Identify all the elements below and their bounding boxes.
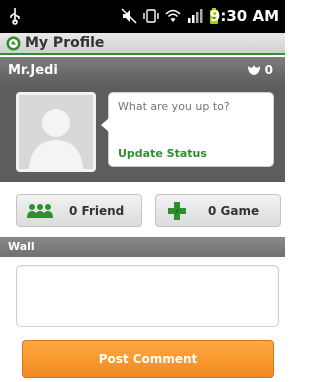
wall-label: Wall [8,240,35,253]
update-status-button[interactable]: Update Status [118,147,207,160]
karma-icon [247,65,260,75]
avatar[interactable] [16,92,96,172]
status-input[interactable] [118,100,263,113]
status-bubble: Update Status [101,92,274,167]
mute-icon [121,8,137,24]
karma-count: 0 [264,63,273,77]
friends-icon [27,203,53,218]
page-title: My Profile [25,35,105,51]
wall-header: Wall [0,237,285,257]
title-bar: My Profile [0,33,285,55]
vibrate-icon [143,9,159,23]
signal-icon [188,9,203,23]
status-bar: 9:30 AM [0,0,285,33]
user-bar: Mr.Jedi 0 [0,57,285,85]
post-comment-button[interactable]: Post Comment [22,340,274,378]
counts-row: 0 Friend 0 Game [0,182,285,237]
games-count-label: 0 Game [208,203,260,218]
game-controller-icon [168,201,186,220]
profile-panel: Update Status [0,85,285,182]
username: Mr.Jedi [8,63,58,78]
usb-icon [10,8,20,25]
wifi-icon [165,9,181,22]
clock: 9:30 AM [209,7,279,25]
friends-button[interactable]: 0 Friend [16,194,142,227]
karma-badge: 0 [247,63,273,77]
wall-comment-input[interactable] [16,265,279,327]
app-logo-icon [6,36,21,51]
friends-count-label: 0 Friend [69,203,125,218]
games-button[interactable]: 0 Game [155,194,281,227]
user-placeholder-icon [19,95,93,169]
